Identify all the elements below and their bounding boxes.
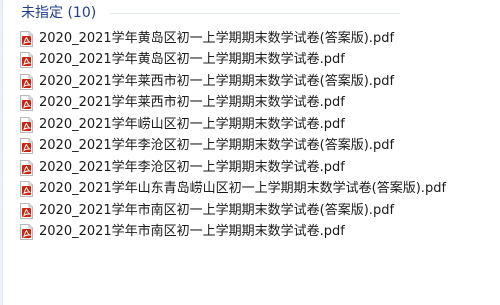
file-item[interactable]: 2020_2021学年莱西市初一上学期期末数学试卷(答案版).pdf [20, 71, 446, 93]
file-item[interactable]: 2020_2021学年黄岛区初一上学期期末数学试卷(答案版).pdf [20, 28, 446, 50]
pdf-file-icon [20, 138, 33, 155]
window-left-edge [0, 0, 3, 305]
file-item[interactable]: 2020_2021学年莱西市初一上学期期末数学试卷.pdf [20, 93, 446, 115]
pdf-file-icon [20, 181, 33, 198]
pdf-file-icon [20, 52, 33, 69]
pdf-file-icon [20, 30, 33, 47]
file-list: 2020_2021学年黄岛区初一上学期期末数学试卷(答案版).pdf 2020_… [20, 28, 446, 243]
file-name: 2020_2021学年市南区初一上学期期末数学试卷.pdf [39, 224, 345, 240]
file-name: 2020_2021学年李沧区初一上学期期末数学试卷.pdf [39, 159, 345, 175]
pdf-file-icon [20, 159, 33, 176]
file-name: 2020_2021学年李沧区初一上学期期末数学试卷(答案版).pdf [39, 138, 395, 154]
file-name: 2020_2021学年黄岛区初一上学期期末数学试卷(答案版).pdf [39, 30, 395, 46]
file-name: 2020_2021学年崂山区初一上学期期末数学试卷.pdf [39, 116, 345, 132]
group-header-unspecified[interactable]: 未指定 (10) [21, 2, 96, 24]
file-item[interactable]: 2020_2021学年李沧区初一上学期期末数学试卷.pdf [20, 157, 446, 179]
file-name: 2020_2021学年市南区初一上学期期末数学试卷(答案版).pdf [39, 202, 395, 218]
file-name: 2020_2021学年莱西市初一上学期期末数学试卷.pdf [39, 95, 345, 111]
pdf-file-icon [20, 116, 33, 133]
file-name: 2020_2021学年山东青岛崂山区初一上学期期末数学试卷(答案版).pdf [39, 181, 447, 197]
file-name: 2020_2021学年莱西市初一上学期期末数学试卷(答案版).pdf [39, 73, 395, 89]
pdf-file-icon [20, 73, 33, 90]
pdf-file-icon [20, 202, 33, 219]
file-name: 2020_2021学年黄岛区初一上学期期末数学试卷.pdf [39, 52, 345, 68]
group-title: 未指定 (10) [21, 5, 97, 21]
file-item[interactable]: 2020_2021学年崂山区初一上学期期末数学试卷.pdf [20, 114, 446, 136]
file-item[interactable]: 2020_2021学年黄岛区初一上学期期末数学试卷.pdf [20, 50, 446, 72]
group-divider [110, 13, 400, 14]
file-item[interactable]: 2020_2021学年山东青岛崂山区初一上学期期末数学试卷(答案版).pdf [20, 179, 446, 201]
pdf-file-icon [20, 95, 33, 112]
file-item[interactable]: 2020_2021学年市南区初一上学期期末数学试卷(答案版).pdf [20, 200, 446, 222]
file-item[interactable]: 2020_2021学年李沧区初一上学期期末数学试卷(答案版).pdf [20, 136, 446, 158]
file-item[interactable]: 2020_2021学年市南区初一上学期期末数学试卷.pdf [20, 222, 446, 244]
pdf-file-icon [20, 224, 33, 241]
